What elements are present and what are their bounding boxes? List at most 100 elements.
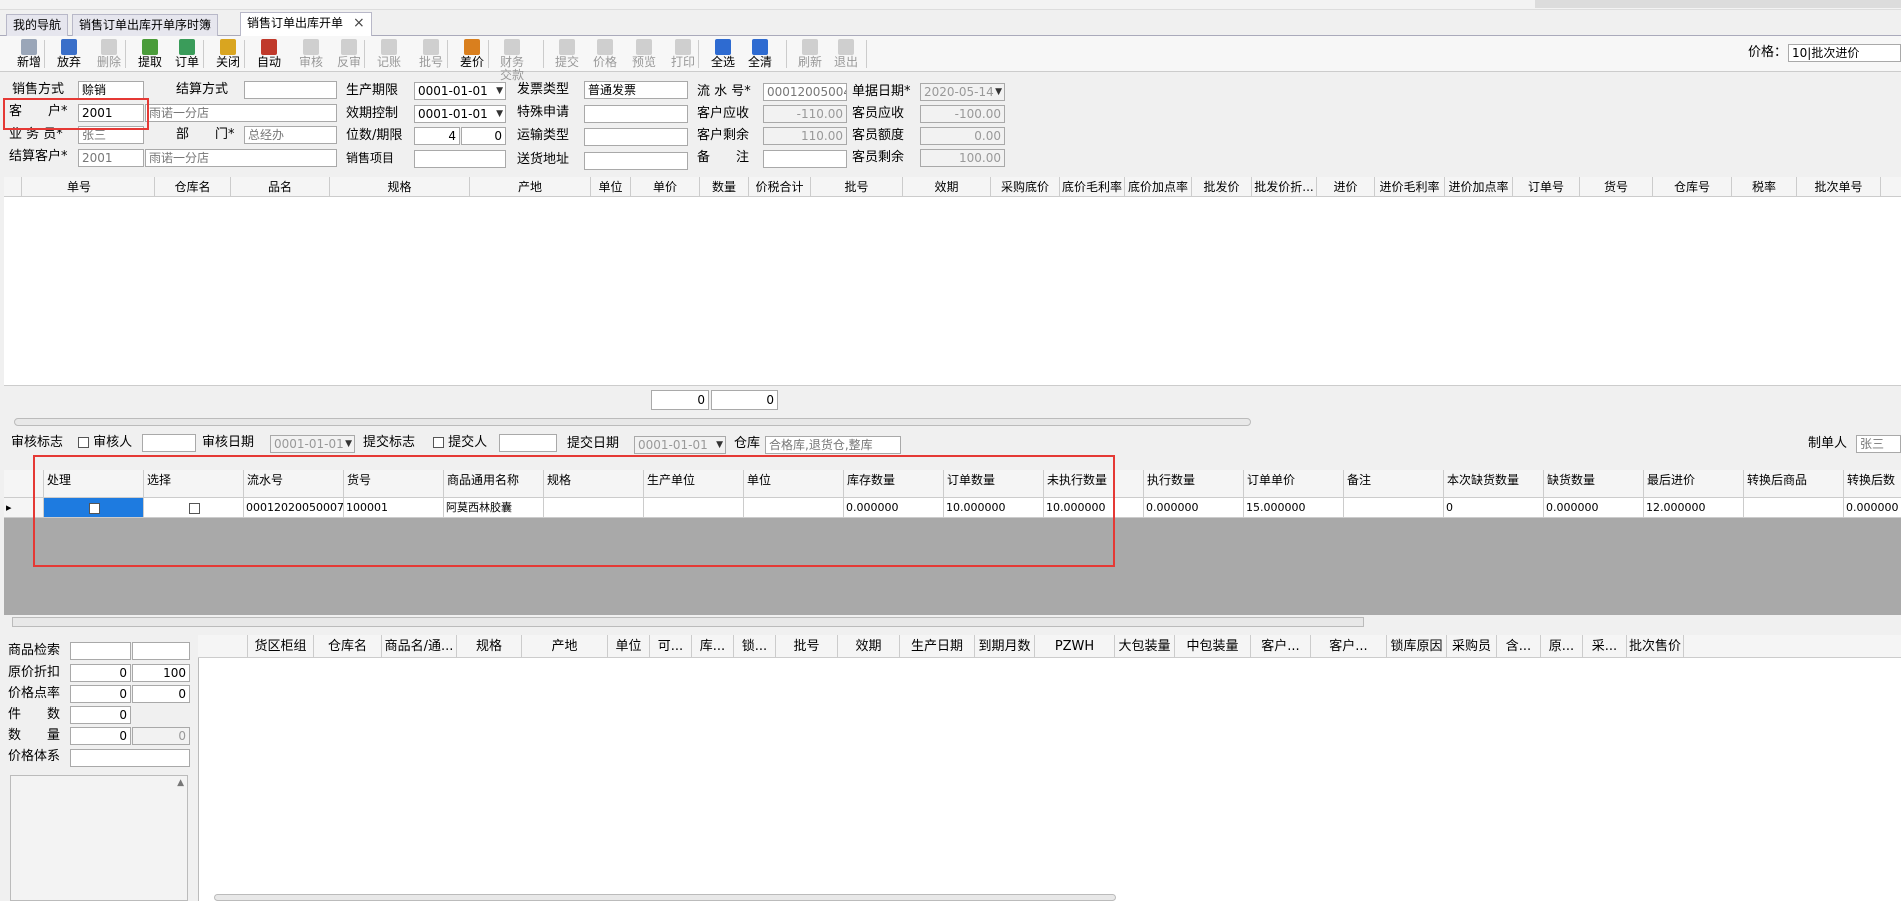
- column-header[interactable]: 生产日期: [900, 635, 975, 658]
- table-cell[interactable]: 0.000000: [1144, 498, 1244, 518]
- column-header[interactable]: 产地: [470, 177, 591, 197]
- column-header[interactable]: 大包装量: [1115, 635, 1175, 658]
- tab-sales-order-list[interactable]: 销售订单出库开单序时簿: [72, 14, 219, 36]
- column-header[interactable]: 税率: [1732, 177, 1797, 197]
- column-header[interactable]: 锁库原因: [1387, 635, 1447, 658]
- column-header[interactable]: 客户...: [1311, 635, 1387, 658]
- price-point-field-2[interactable]: 0: [132, 685, 190, 703]
- column-header[interactable]: 价税合计: [749, 177, 811, 197]
- column-header[interactable]: 底价加点率: [1125, 177, 1192, 197]
- sales-method-field[interactable]: 赊销: [78, 81, 144, 99]
- select-checkbox[interactable]: [189, 502, 200, 514]
- digits-field[interactable]: 4: [414, 127, 460, 145]
- column-header[interactable]: 处理: [44, 470, 144, 498]
- table-row[interactable]: ▸ 000120200500076 100001 阿莫西林胶囊 0.000000 10.0…: [4, 498, 1901, 518]
- column-header[interactable]: 未执行数量: [1044, 470, 1144, 498]
- table-cell[interactable]: [1344, 498, 1444, 518]
- settle-customer-code-field[interactable]: 2001: [78, 149, 144, 167]
- table-cell[interactable]: 0.000000: [1544, 498, 1644, 518]
- column-header[interactable]: 含...: [1497, 635, 1541, 658]
- table-cell[interactable]: [744, 498, 844, 518]
- column-header[interactable]: 货区柜组: [248, 635, 314, 658]
- table-cell[interactable]: 10.000000: [1044, 498, 1144, 518]
- column-header[interactable]: 底价毛利率: [1060, 177, 1125, 197]
- column-header[interactable]: 采购员: [1447, 635, 1497, 658]
- ledger-button[interactable]: 记账: [372, 38, 406, 70]
- column-header[interactable]: 库...: [692, 635, 734, 658]
- column-header[interactable]: 进价: [1317, 177, 1375, 197]
- column-header[interactable]: 到期月数: [975, 635, 1035, 658]
- column-header[interactable]: 单位: [608, 635, 650, 658]
- column-header[interactable]: 产地: [522, 635, 608, 658]
- column-header[interactable]: 仓库号: [1653, 177, 1732, 197]
- table-cell[interactable]: 0.000000: [1844, 498, 1901, 518]
- column-header[interactable]: 本次缺货数量: [1444, 470, 1544, 498]
- scroll-up-icon[interactable]: ▲: [177, 778, 184, 788]
- note-field[interactable]: [763, 150, 847, 168]
- column-header[interactable]: PZWH: [1035, 635, 1115, 658]
- column-header[interactable]: 单位: [591, 177, 631, 197]
- tab-my-nav[interactable]: 我的导航: [6, 14, 69, 36]
- audit-checkbox[interactable]: [78, 437, 89, 448]
- stock-grid-hscrollbar[interactable]: [214, 894, 1116, 901]
- price-system-field[interactable]: [70, 749, 190, 767]
- discount-field-1[interactable]: 0: [70, 664, 131, 682]
- side-memo-area[interactable]: ▲: [10, 775, 188, 901]
- column-header[interactable]: 单价: [631, 177, 700, 197]
- search-input-1[interactable]: [70, 642, 131, 660]
- clear-all-button[interactable]: 全清: [743, 38, 777, 70]
- column-header[interactable]: 最后进价: [1644, 470, 1744, 498]
- column-header[interactable]: 批号: [776, 635, 838, 658]
- discount-field-2[interactable]: 100: [132, 664, 190, 682]
- column-header[interactable]: 采购底价: [991, 177, 1060, 197]
- column-header[interactable]: 规格: [544, 470, 644, 498]
- column-header[interactable]: 转换后商品: [1744, 470, 1844, 498]
- price-select[interactable]: 10|批次进价: [1788, 44, 1901, 62]
- extract-button[interactable]: 提取: [133, 38, 167, 70]
- table-cell[interactable]: 100001: [344, 498, 444, 518]
- customer-code-field[interactable]: 2001: [78, 104, 144, 122]
- submitter-field[interactable]: [499, 434, 557, 452]
- expiry-ctrl-field[interactable]: 0001-01-01 ▼: [414, 105, 506, 123]
- column-header[interactable]: 原...: [1541, 635, 1583, 658]
- column-header[interactable]: 数量: [700, 177, 749, 197]
- exit-button[interactable]: 退出: [829, 38, 863, 70]
- qty-field-1[interactable]: 0: [70, 727, 131, 745]
- column-header[interactable]: 规格: [457, 635, 522, 658]
- column-header[interactable]: 批次售价: [1627, 635, 1684, 658]
- refresh-button[interactable]: 刷新: [793, 38, 827, 70]
- column-header[interactable]: 缺货数量: [1544, 470, 1644, 498]
- undo-button[interactable]: 放弃: [52, 38, 86, 70]
- finance-button[interactable]: 财务交款: [495, 38, 529, 82]
- tab-sales-order-out[interactable]: 销售订单出库开单 ×: [240, 12, 372, 37]
- column-header[interactable]: 锁...: [734, 635, 776, 658]
- column-header[interactable]: 单号: [4, 177, 155, 197]
- price-point-field-1[interactable]: 0: [70, 685, 131, 703]
- column-header[interactable]: 批次单号: [1797, 177, 1881, 197]
- column-header[interactable]: 进价毛利率: [1375, 177, 1445, 197]
- price-diff-button[interactable]: 差价: [455, 38, 489, 70]
- period-field[interactable]: 0: [461, 127, 506, 145]
- column-header[interactable]: 仓库名: [155, 177, 231, 197]
- column-header[interactable]: 可...: [650, 635, 692, 658]
- table-cell[interactable]: 阿莫西林胶囊: [444, 498, 544, 518]
- salesman-field[interactable]: 张三: [78, 126, 144, 144]
- prod-period-field[interactable]: 0001-01-01 ▼: [414, 82, 506, 100]
- column-header[interactable]: 规格: [330, 177, 470, 197]
- table-cell[interactable]: [644, 498, 744, 518]
- column-header[interactable]: 货号: [344, 470, 444, 498]
- new-button[interactable]: 新增: [12, 38, 46, 70]
- special-field[interactable]: [584, 105, 688, 123]
- close-icon[interactable]: ×: [353, 15, 365, 31]
- submit-button[interactable]: 提交: [550, 38, 584, 70]
- column-header[interactable]: 订单单价: [1244, 470, 1344, 498]
- batch-button[interactable]: 批号: [414, 38, 448, 70]
- table-cell[interactable]: 000120200500076: [244, 498, 344, 518]
- preview-button[interactable]: 预览: [627, 38, 661, 70]
- column-header[interactable]: 客户...: [1251, 635, 1311, 658]
- column-header[interactable]: 备注: [1344, 470, 1444, 498]
- column-header[interactable]: 货号: [1580, 177, 1653, 197]
- delete-button[interactable]: 删除: [92, 38, 126, 70]
- settle-method-field[interactable]: [244, 81, 337, 99]
- table-cell[interactable]: 10.000000: [944, 498, 1044, 518]
